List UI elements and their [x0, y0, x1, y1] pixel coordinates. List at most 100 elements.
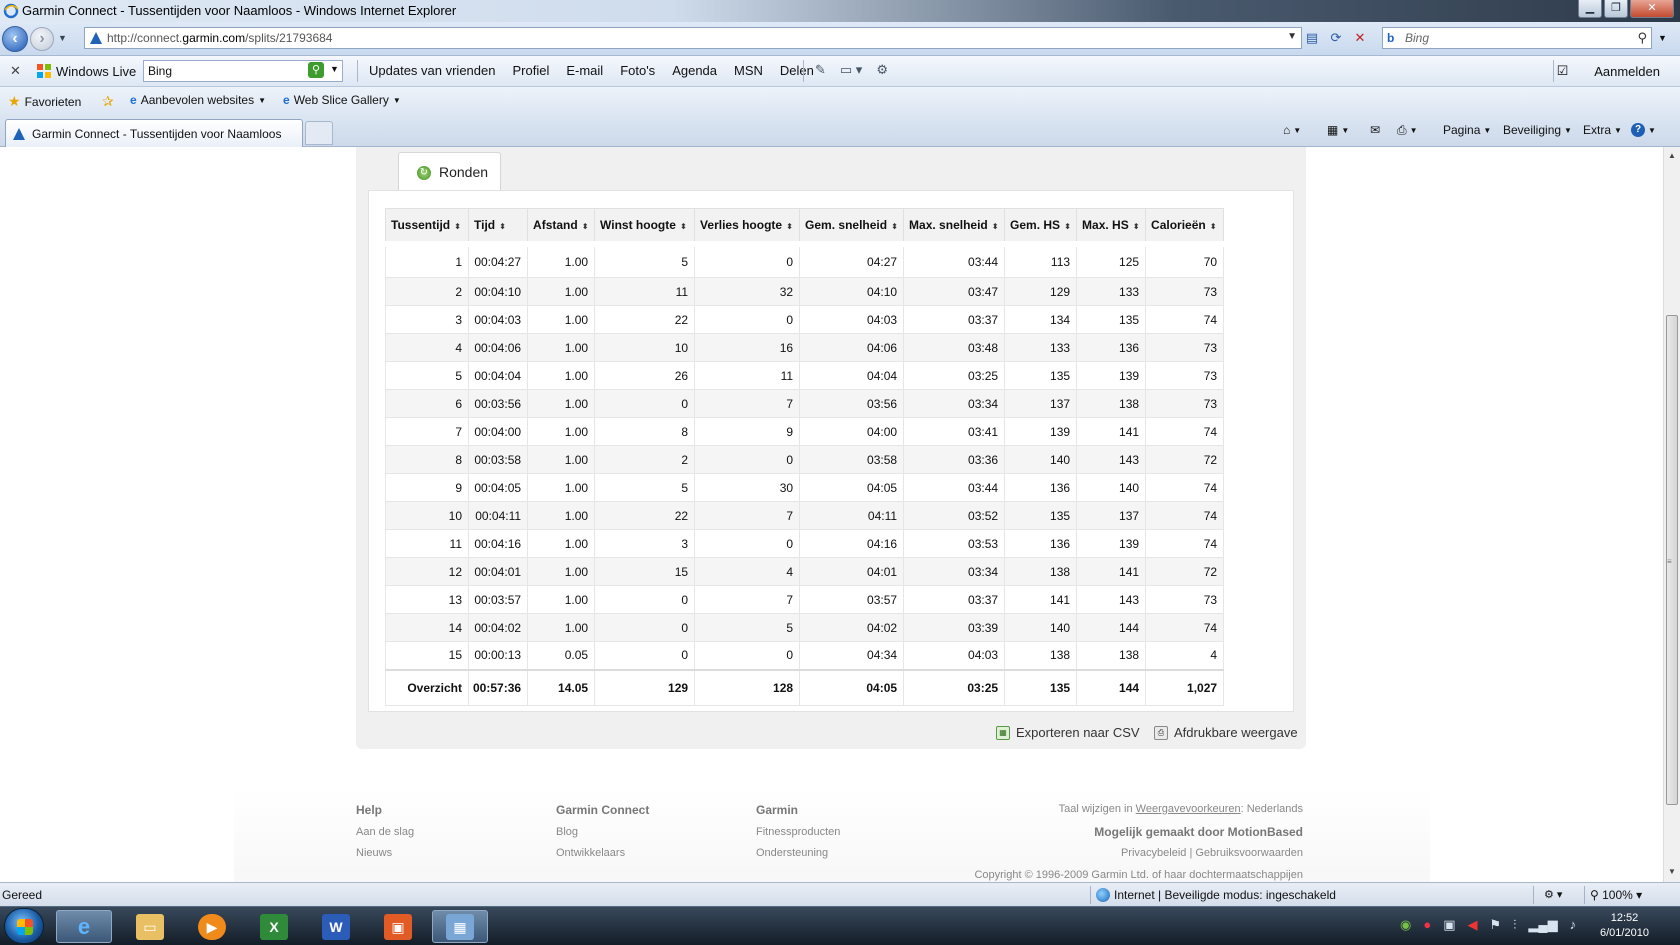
- table-cell: 139: [1076, 529, 1147, 558]
- column-header-6[interactable]: Max. snelheid ⬍: [903, 208, 1006, 244]
- taskbar-media-player[interactable]: ▶: [184, 910, 240, 943]
- toolbar-link-updates[interactable]: Updates van vrienden: [369, 63, 495, 78]
- table-row: 10 00:04:11 1.00 22 7 04:11 03:52 135 137 74: [385, 501, 1225, 530]
- footer-link-blog[interactable]: Blog: [556, 826, 649, 838]
- tab-garmin-connect[interactable]: Garmin Connect - Tussentijden voor Naaml…: [5, 119, 303, 147]
- tools-menu[interactable]: Extra ▼: [1583, 123, 1622, 137]
- feeds-button[interactable]: ▦ ▼: [1327, 123, 1349, 137]
- speaker-alert-icon[interactable]: ◀: [1468, 917, 1478, 933]
- close-window-button[interactable]: ✕: [1630, 0, 1674, 18]
- column-header-9[interactable]: Calorieën ⬍: [1145, 208, 1225, 244]
- taskbar-internet-explorer[interactable]: e: [56, 910, 112, 943]
- footer-link-getting-started[interactable]: Aan de slag: [356, 826, 414, 838]
- safety-menu[interactable]: Beveiliging ▼: [1503, 123, 1572, 137]
- printable-view-link[interactable]: ⎙ Afdrukbare weergave: [1154, 725, 1298, 740]
- refresh-icon[interactable]: ⟳: [1326, 28, 1346, 48]
- table-cell: 134: [1004, 305, 1078, 334]
- windows-live-menu[interactable]: Windows Live: [36, 63, 136, 79]
- toolbar-search-go-icon[interactable]: ⚲: [308, 62, 324, 78]
- scroll-down-icon[interactable]: ▼: [1668, 867, 1676, 876]
- table-cell: 04:04: [799, 361, 905, 390]
- favorites-button[interactable]: ★ Favorieten: [8, 93, 81, 110]
- suggested-sites-button[interactable]: e Aanbevolen websites ▼: [130, 93, 266, 107]
- column-header-8[interactable]: Max. HS ⬍: [1076, 208, 1147, 244]
- add-favorite-button[interactable]: ✰: [102, 93, 114, 110]
- new-tab-button[interactable]: [305, 121, 333, 145]
- forward-button[interactable]: ›: [30, 27, 54, 51]
- zoom-level[interactable]: ⚲ 100% ▾: [1590, 888, 1642, 902]
- maximize-button[interactable]: ❐: [1604, 0, 1628, 18]
- sign-in-button[interactable]: Aanmelden: [1594, 64, 1660, 79]
- sign-in-area[interactable]: ☑ Aanmelden: [1557, 63, 1660, 79]
- footer-link-terms[interactable]: Gebruiksvoorwaarden: [1195, 847, 1303, 859]
- help-button[interactable]: ? ▼: [1631, 123, 1656, 137]
- table-cell: 133: [1076, 277, 1147, 306]
- signal-icon[interactable]: ▂▄▆: [1528, 917, 1557, 933]
- table-cell: 0: [694, 305, 801, 334]
- stop-icon[interactable]: ✕: [1350, 28, 1370, 48]
- search-icon[interactable]: ⚲: [1637, 30, 1647, 46]
- toolbar-search-dropdown-icon[interactable]: ▼: [330, 64, 339, 74]
- taskbar-word[interactable]: W: [308, 910, 364, 943]
- summary-cell: 14.05: [527, 668, 596, 706]
- taskbar-control-panel[interactable]: ▦: [432, 910, 488, 943]
- taskbar-explorer[interactable]: ▭: [122, 910, 178, 943]
- nvidia-icon[interactable]: ◉: [1400, 917, 1411, 933]
- compatibility-view-icon[interactable]: ▤: [1302, 28, 1322, 48]
- search-options-icon[interactable]: ▼: [1658, 33, 1667, 43]
- toolbar-link-profile[interactable]: Profiel: [512, 63, 549, 78]
- footer-link-developers[interactable]: Ontwikkelaars: [556, 847, 649, 859]
- taskbar-excel[interactable]: X: [246, 910, 302, 943]
- device-icon[interactable]: ▣: [1443, 917, 1455, 933]
- search-input[interactable]: b Bing ⚲: [1382, 27, 1652, 49]
- column-header-0[interactable]: Tussentijd ⬍: [385, 208, 469, 244]
- footer-link-preferences[interactable]: Weergavevoorkeuren: [1136, 803, 1241, 815]
- share-pencil-icon[interactable]: ✎: [815, 62, 826, 78]
- minimize-button[interactable]: ▁: [1578, 0, 1602, 18]
- toolbar-link-share[interactable]: Delen: [780, 63, 814, 78]
- mail-button[interactable]: ✉: [1370, 123, 1380, 137]
- history-dropdown-icon[interactable]: ▼: [58, 33, 67, 43]
- flag-icon[interactable]: ⚑: [1490, 917, 1502, 933]
- column-header-4[interactable]: Verlies hoogte ⬍: [694, 208, 801, 244]
- table-cell: 1.00: [527, 445, 596, 474]
- column-header-7[interactable]: Gem. HS ⬍: [1004, 208, 1078, 244]
- tab-rounds[interactable]: ↻ Ronden: [398, 152, 501, 190]
- print-button[interactable]: ⎙ ▼: [1397, 123, 1418, 138]
- translate-icon[interactable]: ⚙: [876, 62, 888, 78]
- close-toolbar-icon[interactable]: ✕: [10, 63, 21, 79]
- home-icon: ⌂: [1283, 123, 1291, 137]
- splits-table: Tussentijd ⬍ Tijd ⬍ Afstand ⬍ Winst hoogte ⬍ Ver…: [385, 208, 1225, 706]
- column-header-2[interactable]: Afstand ⬍: [527, 208, 596, 244]
- footer-link-support[interactable]: Ondersteuning: [756, 847, 840, 859]
- scroll-up-icon[interactable]: ▲: [1668, 151, 1676, 160]
- security-zone[interactable]: Internet | Beveiligde modus: ingeschakel…: [1096, 888, 1336, 902]
- column-header-5[interactable]: Gem. snelheid ⬍: [799, 208, 905, 244]
- footer-link-privacy[interactable]: Privacybeleid: [1121, 847, 1186, 859]
- toolbar-link-msn[interactable]: MSN: [734, 63, 763, 78]
- taskbar-app[interactable]: ▣: [370, 910, 426, 943]
- antivirus-icon[interactable]: ●: [1423, 917, 1431, 933]
- url-dropdown-icon[interactable]: ▼: [1287, 31, 1297, 42]
- start-button[interactable]: [4, 908, 44, 944]
- web-slice-gallery-button[interactable]: e Web Slice Gallery ▼: [283, 93, 401, 107]
- page-scrollbar[interactable]: ▲ ≡ ▼: [1663, 147, 1680, 882]
- protected-mode-icon[interactable]: ⚙ ▾: [1544, 888, 1562, 901]
- column-header-1[interactable]: Tijd ⬍: [467, 208, 529, 244]
- photo-upload-icon[interactable]: ▭ ▾: [840, 62, 862, 78]
- volume-icon[interactable]: ♪: [1570, 917, 1577, 933]
- footer-link-fitness-products[interactable]: Fitnessproducten: [756, 826, 840, 838]
- footer-link-news[interactable]: Nieuws: [356, 847, 414, 859]
- toolbar-link-calendar[interactable]: Agenda: [672, 63, 717, 78]
- column-header-3[interactable]: Winst hoogte ⬍: [594, 208, 696, 244]
- export-csv-link[interactable]: ▦ Exporteren naar CSV: [996, 725, 1140, 740]
- url-input[interactable]: http://connect.garmin.com/splits/2179368…: [84, 27, 1302, 49]
- network-icon[interactable]: ⫶: [1513, 917, 1516, 933]
- home-button[interactable]: ⌂ ▼: [1283, 123, 1301, 137]
- page-menu[interactable]: Pagina ▼: [1443, 123, 1491, 137]
- taskbar-clock[interactable]: 12:52 6/01/2010: [1600, 911, 1649, 941]
- summary-cell: 129: [594, 668, 696, 706]
- toolbar-link-photos[interactable]: Foto's: [620, 63, 655, 78]
- back-button[interactable]: ‹: [2, 26, 28, 52]
- toolbar-link-email[interactable]: E-mail: [566, 63, 603, 78]
